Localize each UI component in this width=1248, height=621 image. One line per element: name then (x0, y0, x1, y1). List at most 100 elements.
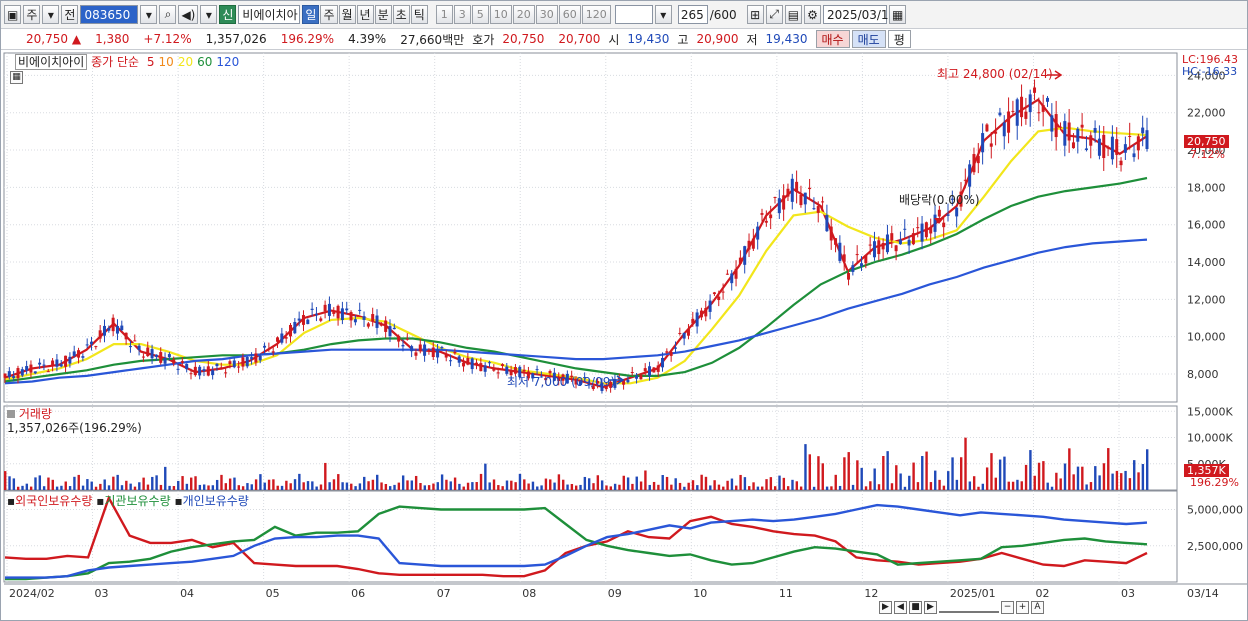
chart-area[interactable]: 24,000 22,000 20,000 18,000 16,000 14,000 12,0… (1, 51, 1247, 620)
grid-icon[interactable]: ▦ (10, 71, 23, 84)
ma-legend-5[interactable]: 5 (147, 55, 155, 69)
volume-bar (55, 486, 59, 490)
volume-bar (25, 483, 29, 490)
holding-tick-label: 5,000,000 (1187, 504, 1243, 517)
volume-bar (384, 483, 388, 490)
up-triangle-icon: ▲ (71, 32, 82, 46)
x-tick-label: 12 (864, 587, 878, 600)
candle-type-icon[interactable]: ⊞ (746, 5, 764, 24)
volume-bar (306, 481, 310, 490)
period-tab-6[interactable]: 틱 (410, 5, 428, 24)
interval-tab-20[interactable]: 20 (512, 5, 535, 24)
price-panel-name[interactable]: 비에이치아이 (15, 54, 88, 70)
chart-canvas[interactable]: 24,00022,00020,00018,00016,00014,00012,0… (1, 51, 1247, 620)
prev-button[interactable]: 전 (61, 5, 79, 24)
x-tick-label: 06 (351, 587, 365, 600)
interval-input[interactable] (614, 5, 653, 24)
zoom-slider[interactable] (939, 602, 999, 613)
period-tab-4[interactable]: 분 (374, 5, 392, 24)
buy-button[interactable]: 매수 (815, 30, 850, 48)
candle-body (172, 359, 176, 364)
candle-body (232, 360, 236, 368)
volume-bar (1102, 463, 1106, 490)
volume-bar (1128, 478, 1132, 490)
volume-bar (12, 478, 16, 490)
stop-icon[interactable]: ■ (909, 601, 922, 614)
interval-tab-60[interactable]: 60 (558, 5, 581, 24)
volume-bar (42, 486, 46, 490)
period-dropdown-icon[interactable]: ▾ (42, 5, 60, 24)
menu-dropdown-icon[interactable]: ▾ (200, 5, 218, 24)
volume-bar (838, 485, 842, 490)
interval-tab-3[interactable]: 3 (453, 5, 471, 24)
zoom-out-icon[interactable]: − (1001, 601, 1014, 614)
individual-label: 개인보유수량 (182, 494, 249, 508)
search-icon[interactable]: ⌕ (159, 5, 177, 24)
ma-legend-20[interactable]: 20 (178, 55, 193, 69)
volume-bar (177, 480, 180, 490)
stock-name-field[interactable]: 비에이치아 (238, 5, 301, 24)
new-listing-badge: 신 (219, 5, 237, 24)
volume-bar (977, 486, 980, 490)
interval-tab-120[interactable]: 120 (581, 5, 611, 24)
evaluation-button[interactable]: 평 (887, 30, 911, 48)
volume-bar (1124, 470, 1127, 490)
ma-legend-10[interactable]: 10 (159, 55, 174, 69)
interval-tab-10[interactable]: 10 (489, 5, 512, 24)
rewind-icon[interactable]: ◀ (894, 601, 907, 614)
volume-bar (432, 483, 435, 490)
candle-body (289, 324, 292, 337)
volume-swatch-icon (7, 410, 15, 418)
stock-code-input[interactable]: 083650 (80, 5, 139, 24)
period-tab-3[interactable]: 년 (356, 5, 374, 24)
volume-bar (68, 486, 72, 490)
volume-bar (998, 459, 1002, 490)
ma-legend-60[interactable]: 60 (197, 55, 212, 69)
candle-body (405, 338, 409, 340)
volume-bar (674, 478, 677, 490)
candle-body (998, 112, 1002, 116)
volume-bar (73, 476, 76, 490)
volume-bar (1059, 478, 1062, 490)
settings-gear-icon[interactable]: ⚙ (804, 5, 822, 24)
candle-body (379, 323, 383, 326)
period-tab-0[interactable]: 일 (302, 5, 320, 24)
calendar-icon[interactable]: ▦ (889, 5, 907, 24)
save-icon[interactable]: ▤ (784, 5, 803, 24)
period-tab-1[interactable]: 주 (320, 5, 338, 24)
period-tabs: 일주월년분초틱 (302, 5, 428, 24)
volume-ratio: 196.29% (280, 32, 335, 46)
candle-body (821, 201, 825, 203)
candle-body (98, 330, 102, 339)
code-dropdown-icon[interactable]: ▾ (140, 5, 158, 24)
volume-bar (1029, 450, 1032, 490)
period-tab-5[interactable]: 초 (392, 5, 410, 24)
volume-bar (713, 480, 716, 490)
scroll-right-icon[interactable]: ▶ (879, 601, 892, 614)
draw-tool-icon[interactable]: ⤢ (765, 5, 783, 24)
period-tab-2[interactable]: 월 (338, 5, 356, 24)
candle-body (202, 369, 206, 372)
speaker-icon[interactable]: ◀) (178, 5, 199, 24)
interval-tab-5[interactable]: 5 (471, 5, 489, 24)
candle-body (1063, 121, 1067, 146)
count-input[interactable]: 265 (677, 5, 708, 24)
interval-tab-1[interactable]: 1 (435, 5, 453, 24)
fast-forward-icon[interactable]: ▶ (924, 601, 937, 614)
layout-icon[interactable]: ▣ (4, 5, 22, 24)
candle-body (1041, 104, 1045, 112)
zoom-in-icon[interactable]: + (1016, 601, 1029, 614)
candle-body (487, 362, 491, 364)
interval-tab-30[interactable]: 30 (535, 5, 558, 24)
ma-legend-120[interactable]: 120 (216, 55, 239, 69)
date-input[interactable]: 2025/03/14 (823, 5, 896, 24)
period-unit-select[interactable]: 주 (23, 5, 41, 24)
volume-bar (661, 475, 664, 490)
interval-dropdown-icon[interactable]: ▾ (654, 5, 672, 24)
volume-bar (890, 483, 894, 490)
candle-body (25, 366, 29, 371)
sell-button[interactable]: 매도 (851, 30, 886, 48)
text-tool-icon[interactable]: A (1031, 601, 1044, 614)
volume-bar (786, 486, 790, 490)
volume-bar (540, 485, 543, 490)
